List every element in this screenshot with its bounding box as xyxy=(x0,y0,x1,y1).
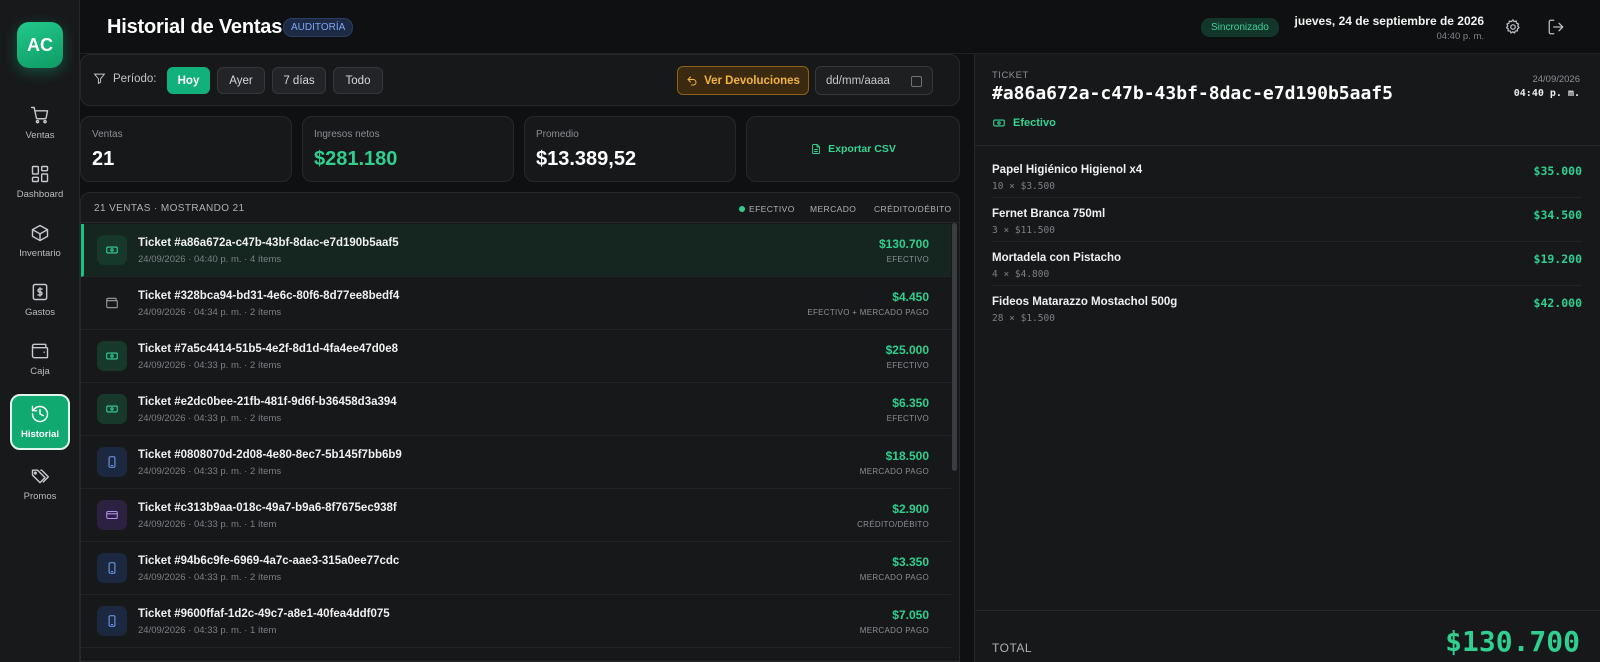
sidebar-item-label: Historial xyxy=(20,429,59,440)
export-csv-button[interactable]: Exportar CSV xyxy=(746,116,960,182)
sales-list: 21 VENTAS · MOSTRANDO 21 EFECTIVO MERCAD… xyxy=(80,192,960,662)
cart-icon xyxy=(30,106,49,124)
total-value: $130.700 xyxy=(1445,625,1580,658)
net-revenue-value: $281.180 xyxy=(314,148,398,170)
payment-method: Efectivo xyxy=(992,116,1056,130)
wallet-icon xyxy=(31,343,49,359)
ticket-time: 04:40 p. m. xyxy=(1513,88,1580,99)
ticket-id: #a86a672a-c47b-43bf-8dac-e7d190b5aaf5 xyxy=(992,83,1393,104)
undo-icon xyxy=(687,76,697,85)
logout-button[interactable] xyxy=(1547,18,1565,36)
period-all-button[interactable]: Todo xyxy=(333,67,383,94)
sale-row[interactable]: Ticket #9600ffaf-1d2c-49c7-a8e1-40fea4dd… xyxy=(81,595,951,648)
ticket-item: Papel Higiénico Higienol x4 10 × $3.500 … xyxy=(992,154,1582,198)
legend-mercado: MERCADO xyxy=(810,204,857,214)
header-time: 04:40 p. m. xyxy=(1436,31,1484,42)
ticket-item: Fideos Matarazzo Mostachol 500g 28 × $1.… xyxy=(992,296,1582,324)
cash-icon xyxy=(993,119,1005,127)
cash-icon xyxy=(97,235,127,265)
sidebar-item-gastos[interactable]: Gastos xyxy=(10,273,70,327)
cash-icon xyxy=(97,341,127,371)
sale-row[interactable]: Ticket #0808070d-2d08-4e80-8ec7-5b145f7b… xyxy=(81,436,951,489)
list-scrollbar[interactable] xyxy=(952,223,957,471)
wallet-icon xyxy=(97,288,127,318)
sidebar-item-historial[interactable]: Historial xyxy=(10,394,70,450)
header-date: jueves, 24 de septiembre de 2026 xyxy=(1294,14,1484,28)
sidebar-item-caja[interactable]: Caja xyxy=(10,332,70,386)
phone-icon xyxy=(97,606,127,636)
sidebar-item-inventario[interactable]: Inventario xyxy=(10,214,70,268)
sidebar-item-label: Promos xyxy=(23,491,57,502)
sale-row[interactable]: Ticket #a86a672a-c47b-43bf-8dac-e7d190b5… xyxy=(81,224,951,277)
sale-row[interactable]: Ticket #e2dc0bee-21fb-481f-9d6f-b36458d3… xyxy=(81,383,951,436)
sales-count-text: 21 VENTAS · MOSTRANDO 21 xyxy=(94,203,245,214)
gear-icon xyxy=(1505,19,1520,34)
filter-icon xyxy=(93,73,106,85)
phone-icon xyxy=(97,447,127,477)
history-icon xyxy=(31,405,49,423)
sales-count-value: 21 xyxy=(92,148,115,170)
audit-badge: AUDITORÍA xyxy=(283,18,354,37)
total-label: TOTAL xyxy=(992,641,1033,655)
page-title: Historial de Ventas xyxy=(107,16,283,38)
settings-button[interactable] xyxy=(1504,18,1522,36)
dashboard-icon xyxy=(31,165,49,183)
period-filter-label: Período: xyxy=(93,72,156,85)
sidebar-item-label: Caja xyxy=(30,366,50,377)
average-value: $13.389,52 xyxy=(536,148,637,170)
phone-icon xyxy=(97,553,127,583)
ticket-item: Mortadela con Pistacho 4 × $4.800 $19.20… xyxy=(992,242,1582,286)
period-yesterday-button[interactable]: Ayer xyxy=(217,67,265,94)
sale-row[interactable]: Ticket #7a5c4414-51b5-4e2f-8d1d-4fa4ee47… xyxy=(81,330,951,383)
legend-card: CRÉDITO/DÉBITO xyxy=(874,204,952,214)
app-logo[interactable]: AC xyxy=(17,22,63,68)
file-icon xyxy=(812,144,821,154)
sidebar-item-label: Dashboard xyxy=(16,189,64,200)
sidebar-item-label: Ventas xyxy=(25,130,55,141)
sale-row[interactable]: Ticket #c313b9aa-018c-49a7-b9a6-8f7675ec… xyxy=(81,489,951,542)
sale-row[interactable]: Ticket #94b6c9fe-6969-4a7c-aae3-315a0ee7… xyxy=(81,542,951,595)
legend-cash: EFECTIVO xyxy=(739,204,795,214)
average-card: Promedio $13.389,52 xyxy=(524,116,736,182)
ticket-item: Fernet Branca 750ml 3 × $11.500 $34.500 xyxy=(992,198,1582,242)
ticket-detail-panel: TICKET #a86a672a-c47b-43bf-8dac-e7d190b5… xyxy=(974,54,1600,662)
filter-bar: Período: Hoy Ayer 7 días Todo Ver Devolu… xyxy=(80,54,960,106)
cash-icon xyxy=(97,394,127,424)
sidebar-item-label: Gastos xyxy=(24,307,56,318)
sidebar: AC Ventas Dashboard Inventario Gastos Ca… xyxy=(0,0,80,662)
view-returns-button[interactable]: Ver Devoluciones xyxy=(677,66,809,95)
dollar-icon xyxy=(32,283,48,301)
sale-row[interactable]: Ticket #328bca94-bd31-4e6c-80f6-8d77ee8b… xyxy=(81,277,951,330)
period-today-button[interactable]: Hoy xyxy=(167,67,210,94)
date-field[interactable]: dd/mm/aaaa xyxy=(815,66,933,95)
logout-icon xyxy=(1548,19,1564,35)
net-revenue-card: Ingresos netos $281.180 xyxy=(302,116,514,182)
sales-list-header: 21 VENTAS · MOSTRANDO 21 EFECTIVO MERCAD… xyxy=(81,193,959,223)
sidebar-item-ventas[interactable]: Ventas xyxy=(10,96,70,150)
sidebar-item-label: Inventario xyxy=(19,248,61,259)
sync-status-badge: Sincronizado xyxy=(1201,18,1279,37)
sidebar-item-dashboard[interactable]: Dashboard xyxy=(10,155,70,209)
ticket-date: 24/09/2026 xyxy=(1532,74,1580,85)
calendar-icon[interactable] xyxy=(911,76,922,87)
tags-icon xyxy=(31,469,50,484)
ticket-total-bar: TOTAL $130.700 xyxy=(975,610,1600,662)
sales-count-card: Ventas 21 xyxy=(80,116,292,182)
box-icon xyxy=(31,224,49,242)
credit-card-icon xyxy=(97,500,127,530)
period-7days-button[interactable]: 7 días xyxy=(272,67,326,94)
sidebar-item-promos[interactable]: Promos xyxy=(10,457,70,511)
ticket-detail-header: TICKET #a86a672a-c47b-43bf-8dac-e7d190b5… xyxy=(975,54,1600,146)
legend-dot xyxy=(739,206,745,212)
top-header: Historial de Ventas AUDITORÍA Sincroniza… xyxy=(80,0,1600,54)
